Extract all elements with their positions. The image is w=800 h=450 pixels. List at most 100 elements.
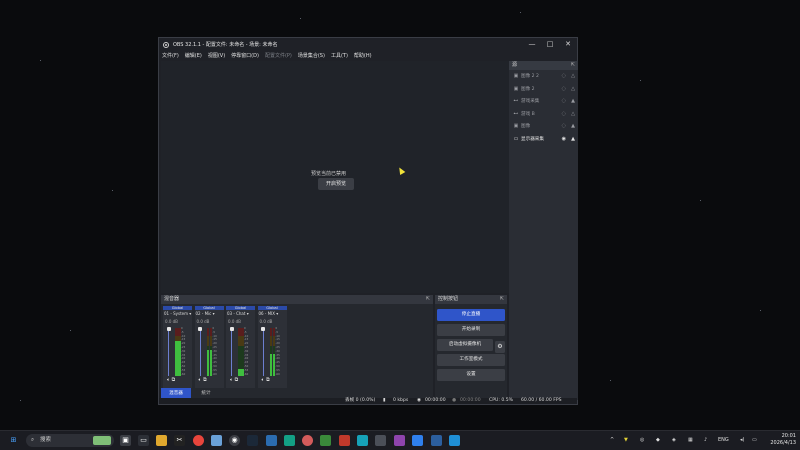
volume-slider[interactable] <box>199 328 201 376</box>
enable-preview-button[interactable]: 开启预览 <box>318 178 354 190</box>
chevron-down-icon[interactable]: ▾ <box>213 311 215 316</box>
app-icon-generic-7[interactable] <box>394 435 405 446</box>
source-item[interactable]: ▭ 显示器采集 ◉ ▲ <box>509 133 578 146</box>
speaker-icon[interactable]: 🔈︎ <box>167 377 170 383</box>
chevron-up-icon[interactable]: ^ <box>610 437 614 443</box>
app-icon-obs[interactable]: ◉ <box>229 435 240 446</box>
volume-slider-handle[interactable] <box>198 327 202 331</box>
eye-icon[interactable]: ◉ <box>562 136 566 142</box>
app-icon-generic-1[interactable] <box>284 435 295 446</box>
menu-help[interactable]: 帮助(H) <box>351 51 375 61</box>
stop-streaming-button[interactable]: 停止直播 <box>437 309 505 321</box>
source-item[interactable]: ⊷ 游戏采集 ◌ ▲ <box>509 95 578 108</box>
chevron-down-icon[interactable]: ▾ <box>276 311 278 316</box>
start-virtual-camera-button[interactable]: 启动虚拟摄像机 <box>437 339 493 351</box>
audio-settings-icon[interactable]: ⧉ <box>235 377 239 383</box>
minimize-button[interactable]: — <box>523 38 541 51</box>
menu-edit[interactable]: 编辑(E) <box>182 51 205 61</box>
channel-volume-db: 0.0 dB <box>165 319 178 324</box>
speaker-icon[interactable]: 🔈︎ <box>262 377 265 383</box>
lock-icon[interactable]: ▲ <box>571 136 575 142</box>
unlock-icon[interactable]: △ <box>571 86 575 92</box>
tray-app-icon-3[interactable]: ◈ <box>672 437 676 443</box>
source-item[interactable]: ▣ 图像 ◌ ▲ <box>509 120 578 133</box>
chevron-down-icon[interactable]: ▾ <box>189 311 191 316</box>
app-icon-generic-5[interactable] <box>357 435 368 446</box>
volume-slider-handle[interactable] <box>166 327 171 331</box>
speaker-icon[interactable]: 🔈︎ <box>230 377 233 383</box>
menu-docks[interactable]: 停靠窗口(D) <box>228 51 262 61</box>
preview-area[interactable]: 预览当前已禁用 开启预览 <box>161 61 509 293</box>
volume-slider[interactable] <box>262 328 264 376</box>
tray-app-icon[interactable]: ▼ <box>624 437 628 443</box>
settings-button[interactable]: 设置 <box>437 369 505 381</box>
language-indicator[interactable]: ENG <box>718 437 729 443</box>
task-view-icon[interactable]: ▣ <box>120 435 131 446</box>
app-icon-terminal[interactable]: ▭ <box>138 435 149 446</box>
volume-slider-handle[interactable] <box>229 327 234 331</box>
app-icon-generic-2[interactable] <box>302 435 313 446</box>
menu-view[interactable]: 视图(V) <box>205 51 228 61</box>
menu-tools[interactable]: 工具(T) <box>328 51 351 61</box>
app-icon-generic-9[interactable] <box>431 435 442 446</box>
app-icon-generic-4[interactable] <box>339 435 350 446</box>
title-bar[interactable]: OBS 32.1.1 - 配置文件: 未命名 - 场景: 未命名 <box>159 38 577 51</box>
chevron-down-icon[interactable]: ▾ <box>247 311 249 316</box>
app-icon-capcut[interactable]: ✂ <box>174 435 185 446</box>
channel-name[interactable]: 03 - Chat ▾ <box>227 311 249 316</box>
gear-icon[interactable]: ⚙ <box>495 341 505 353</box>
menu-file[interactable]: 文件(F) <box>159 51 182 61</box>
app-icon-generic-10[interactable] <box>449 435 460 446</box>
window-title: OBS 32.1.1 - 配置文件: 未命名 - 场景: 未命名 <box>173 42 278 48</box>
volume-icon[interactable]: ◂) <box>740 437 744 443</box>
audio-settings-icon[interactable]: ⧉ <box>172 377 176 383</box>
speaker-icon[interactable]: 🔈︎ <box>199 377 202 383</box>
audio-settings-icon[interactable]: ⧉ <box>266 377 270 383</box>
close-button[interactable]: ✕ <box>559 38 577 51</box>
volume-slider-handle[interactable] <box>261 327 265 331</box>
eye-off-icon[interactable]: ◌ <box>562 123 566 129</box>
tray-steam-icon[interactable]: ◎ <box>640 437 644 443</box>
app-icon-explorer[interactable] <box>156 435 167 446</box>
app-icon-edge[interactable] <box>266 435 277 446</box>
undock-icon[interactable]: ⇱ <box>571 61 575 70</box>
tray-app-icon-2[interactable]: ◆ <box>656 437 660 443</box>
eye-off-icon[interactable]: ◌ <box>562 98 566 104</box>
taskbar-search[interactable]: ⌕ 搜索 <box>26 434 114 447</box>
volume-slider[interactable] <box>168 328 169 376</box>
lock-icon[interactable]: ▲ <box>571 123 575 129</box>
microphone-icon[interactable]: ♪ <box>704 437 707 443</box>
clock[interactable]: 20:01 2026/4/13 <box>770 433 796 447</box>
source-item[interactable]: ▣ 图像 2 2 ◌ △ <box>509 70 578 83</box>
app-icon-generic-8[interactable] <box>412 435 423 446</box>
start-recording-button[interactable]: 开始录制 <box>437 324 505 336</box>
menu-scene-collection[interactable]: 场景集合(S) <box>295 51 328 61</box>
app-icon-notes[interactable] <box>211 435 222 446</box>
volume-slider[interactable] <box>231 328 232 376</box>
undock-icon[interactable]: ⇱ <box>426 295 430 304</box>
lock-icon[interactable]: ▲ <box>571 98 575 104</box>
unlock-icon[interactable]: △ <box>571 73 575 79</box>
app-icon-chrome[interactable] <box>193 435 204 446</box>
eye-off-icon[interactable]: ◌ <box>562 111 566 117</box>
tray-app-icon-4[interactable]: ▦ <box>688 437 693 443</box>
app-icon-generic-6[interactable] <box>375 435 386 446</box>
eye-off-icon[interactable]: ◌ <box>562 73 566 79</box>
source-item[interactable]: ▣ 图像 2 ◌ △ <box>509 83 578 96</box>
gamepad-icon: ⊷ <box>513 98 519 105</box>
studio-mode-button[interactable]: 工作室模式 <box>437 354 505 366</box>
channel-name[interactable]: 06 - MIX ▾ <box>259 311 279 316</box>
eye-off-icon[interactable]: ◌ <box>562 86 566 92</box>
channel-name[interactable]: 02 - Mic ▾ <box>196 311 215 316</box>
source-item[interactable]: ⊷ 游戏 B ◌ △ <box>509 108 578 121</box>
maximize-button[interactable]: □ <box>541 38 559 51</box>
audio-settings-icon[interactable]: ⧉ <box>203 377 207 383</box>
unlock-icon[interactable]: △ <box>571 111 575 117</box>
undock-icon[interactable]: ⇱ <box>500 295 504 304</box>
app-icon-generic-3[interactable] <box>320 435 331 446</box>
channel-name[interactable]: 01 - System ▾ <box>164 311 191 316</box>
preview-disabled-message: 预览当前已禁用 <box>311 171 347 177</box>
app-icon-steam[interactable] <box>247 435 258 446</box>
network-status-icon[interactable]: ▭ <box>752 437 757 443</box>
start-button[interactable]: ⊞ <box>8 435 19 446</box>
